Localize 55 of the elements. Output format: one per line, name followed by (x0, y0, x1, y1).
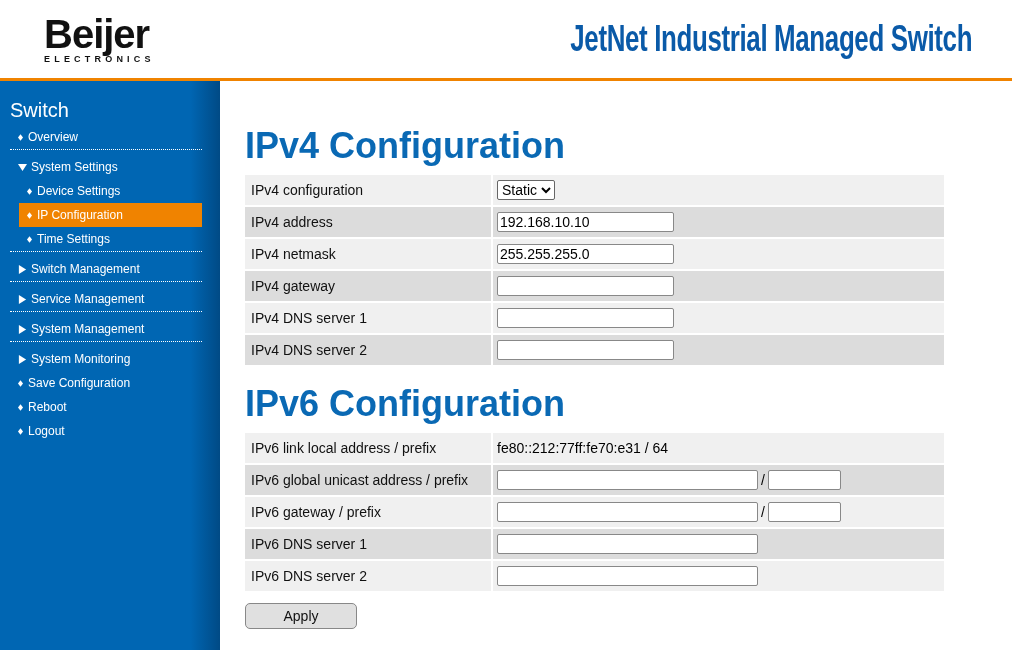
address-field[interactable] (497, 470, 758, 490)
section-heading: IPv6 Configuration (245, 383, 566, 425)
nav-item[interactable]: Save Configuration (10, 371, 202, 395)
input-field[interactable] (497, 308, 674, 328)
company-logo: Beijer ELECTRONICS (44, 14, 155, 64)
diamond-bullet-icon (18, 133, 23, 141)
field-label: IPv4 address (245, 207, 493, 237)
input-field[interactable]: 255.255.255.0 (497, 244, 674, 264)
sidebar-title: Switch (9, 99, 70, 122)
input-field[interactable] (497, 534, 758, 554)
field-label: IPv6 global unicast address / prefix (245, 465, 493, 495)
field-label: IPv4 DNS server 1 (245, 303, 493, 333)
caret-right-icon (18, 264, 27, 274)
diamond-bullet-icon (27, 187, 32, 195)
field-label: IPv4 DNS server 2 (245, 335, 493, 365)
caret-down-icon (18, 162, 27, 172)
nav-subitem[interactable]: Time Settings (19, 227, 202, 251)
separator-text: / (761, 472, 765, 488)
input-field[interactable]: 192.168.10.10 (497, 212, 674, 232)
field-label: IPv6 link local address / prefix (245, 433, 493, 463)
separator-text: / (761, 504, 765, 520)
input-field[interactable] (497, 340, 674, 360)
input-field[interactable] (497, 566, 758, 586)
field-label: IPv6 DNS server 2 (245, 561, 493, 591)
diamond-bullet-icon (18, 379, 23, 387)
product-title: JetNet Industrial Managed Switch (570, 18, 972, 60)
field-value: fe80::212:77ff:fe70:e31 / 64 (497, 440, 668, 456)
nav-group[interactable]: System Monitoring (10, 347, 202, 371)
nav-subitem[interactable]: Device Settings (19, 179, 202, 203)
field-label: IPv6 gateway / prefix (245, 497, 493, 527)
nav-group[interactable]: System Management (10, 317, 202, 341)
field-label: IPv6 DNS server 1 (245, 529, 493, 559)
caret-right-icon (18, 324, 27, 334)
nav-group[interactable]: Service Management (10, 287, 202, 311)
prefix-field[interactable] (767, 502, 841, 522)
diamond-bullet-icon (18, 427, 23, 435)
diamond-bullet-icon (27, 211, 32, 219)
field-label: IPv4 gateway (245, 271, 493, 301)
address-field[interactable] (497, 502, 758, 522)
section-heading: IPv4 Configuration (245, 125, 566, 167)
prefix-field[interactable] (767, 470, 841, 490)
nav-item[interactable]: Logout (10, 419, 202, 443)
mode-dropdown[interactable]: Static (497, 180, 555, 200)
apply-button[interactable]: Apply (245, 603, 357, 629)
field-label: IPv4 configuration (245, 175, 493, 205)
nav-item[interactable]: Overview (10, 125, 202, 149)
nav-group[interactable]: Switch Management (10, 257, 202, 281)
diamond-bullet-icon (18, 403, 23, 411)
input-field[interactable] (497, 276, 674, 296)
nav-group[interactable]: System Settings (10, 155, 202, 179)
diamond-bullet-icon (27, 235, 32, 243)
caret-right-icon (18, 294, 27, 304)
nav-item[interactable]: Reboot (10, 395, 202, 419)
field-label: IPv4 netmask (245, 239, 493, 269)
caret-right-icon (18, 354, 27, 364)
